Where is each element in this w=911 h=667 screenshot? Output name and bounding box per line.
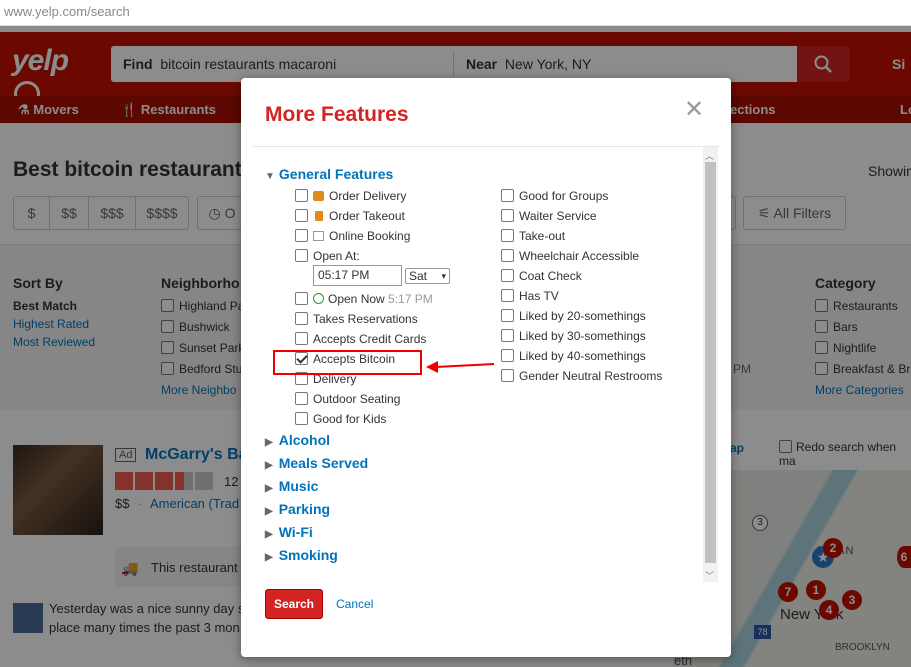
section-parking[interactable]: ▶ Parking [265,501,330,517]
option-order-takeout[interactable]: Order Takeout [295,208,405,224]
option-online-booking[interactable]: Online Booking [295,228,410,244]
checkbox[interactable] [501,229,514,242]
open-at-time-input[interactable]: 05:17 PM [313,265,402,286]
section-music[interactable]: ▶ Music [265,478,318,494]
clock-icon [313,293,324,304]
checkbox[interactable] [295,292,308,305]
triangle-right-icon: ▶ [265,460,273,471]
checkbox[interactable] [501,209,514,222]
checkbox[interactable] [501,369,514,382]
option-liked-by-20[interactable]: Liked by 20-somethings [501,308,646,324]
checkbox[interactable] [295,189,308,202]
truck-icon [313,191,324,201]
checkbox[interactable] [295,249,308,262]
checkbox[interactable] [501,249,514,262]
triangle-right-icon: ▶ [265,483,273,494]
option-open-at[interactable]: Open At: [295,248,360,264]
open-at-day-select[interactable]: Sat ▾ [405,268,450,284]
option-accepts-credit-cards[interactable]: Accepts Credit Cards [295,331,426,347]
option-good-for-groups[interactable]: Good for Groups [501,188,608,204]
cancel-link[interactable]: Cancel [336,597,373,611]
checkbox[interactable] [501,309,514,322]
checkbox[interactable] [295,332,308,345]
checkbox[interactable] [501,329,514,342]
checkbox[interactable] [295,412,308,425]
section-alcohol[interactable]: ▶ Alcohol [265,432,330,448]
close-icon[interactable]: ✕ [684,98,704,122]
calendar-icon [313,231,324,241]
option-outdoor-seating[interactable]: Outdoor Seating [295,391,400,407]
bag-icon [315,211,323,221]
chevron-down-icon: ▾ [441,271,446,281]
highlight-box [273,350,422,375]
modal-divider [253,146,719,147]
annotation-arrow [426,361,495,373]
checkbox[interactable] [295,312,308,325]
triangle-down-icon: ▼ [265,171,275,182]
checkbox[interactable] [295,392,308,405]
section-smoking[interactable]: ▶ Smoking [265,547,338,563]
triangle-right-icon: ▶ [265,552,273,563]
option-waiter-service[interactable]: Waiter Service [501,208,597,224]
option-liked-by-40[interactable]: Liked by 40-somethings [501,348,646,364]
scroll-up-icon[interactable]: ︿ [705,149,714,162]
scroll-down-icon[interactable]: ﹀ [705,569,714,582]
option-wheelchair-accessible[interactable]: Wheelchair Accessible [501,248,639,264]
address-bar[interactable]: www.yelp.com/search [0,0,911,26]
option-take-out[interactable]: Take-out [501,228,565,244]
checkbox[interactable] [501,269,514,282]
option-order-delivery[interactable]: Order Delivery [295,188,406,204]
checkbox[interactable] [501,289,514,302]
option-gender-neutral-restrooms[interactable]: Gender Neutral Restrooms [501,368,662,384]
triangle-right-icon: ▶ [265,437,273,448]
section-wifi[interactable]: ▶ Wi-Fi [265,524,313,540]
checkbox[interactable] [295,209,308,222]
option-open-now[interactable]: Open Now 5:17 PM [295,291,433,307]
scrollbar-thumb[interactable] [705,162,716,563]
modal-title: More Features [265,103,409,126]
option-liked-by-30[interactable]: Liked by 30-somethings [501,328,646,344]
section-meals-served[interactable]: ▶ Meals Served [265,455,368,471]
option-good-for-kids[interactable]: Good for Kids [295,411,386,427]
checkbox[interactable] [295,229,308,242]
search-button[interactable]: Search [265,589,323,619]
checkbox[interactable] [501,189,514,202]
option-takes-reservations[interactable]: Takes Reservations [295,311,418,327]
general-features-toggle[interactable]: ▼ General Features [265,166,393,182]
checkbox[interactable] [501,349,514,362]
triangle-right-icon: ▶ [265,506,273,517]
option-coat-check[interactable]: Coat Check [501,268,582,284]
option-has-tv[interactable]: Has TV [501,288,559,304]
triangle-right-icon: ▶ [265,529,273,540]
